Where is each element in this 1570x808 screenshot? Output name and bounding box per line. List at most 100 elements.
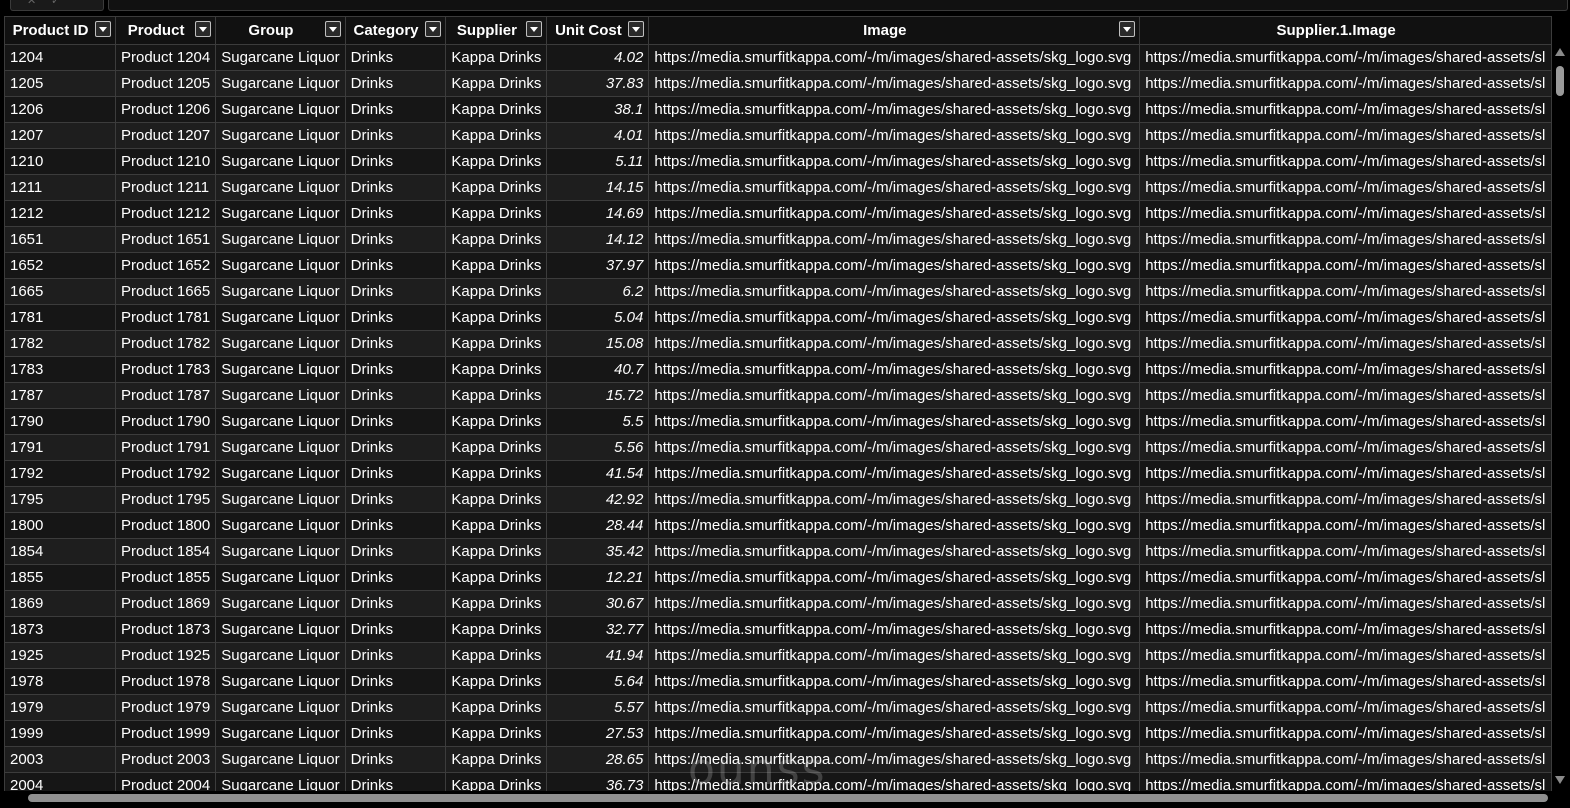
cell-unit-cost[interactable]: 41.54 (546, 460, 650, 487)
cell-product-id[interactable]: 1792 (4, 460, 116, 487)
cell-image[interactable]: https://media.smurfitkappa.com/-/m/image… (648, 772, 1141, 791)
cell-group[interactable]: Sugarcane Liquor (215, 564, 346, 591)
cell-supplier-image[interactable]: https://media.smurfitkappa.com/-/m/image… (1139, 694, 1552, 721)
cell-product-id[interactable]: 1204 (4, 44, 116, 71)
cell-supplier-image[interactable]: https://media.smurfitkappa.com/-/m/image… (1139, 512, 1552, 539)
cell-product-id[interactable]: 1651 (4, 226, 116, 253)
cell-unit-cost[interactable]: 42.92 (546, 486, 650, 513)
cell-supplier[interactable]: Kappa Drinks (445, 408, 548, 435)
cell-supplier-image[interactable]: https://media.smurfitkappa.com/-/m/image… (1139, 148, 1552, 175)
cell-supplier[interactable]: Kappa Drinks (445, 382, 548, 409)
formula-buttons[interactable]: ✕ ✓ (10, 0, 104, 11)
cancel-icon[interactable]: ✕ (27, 0, 36, 7)
cell-group[interactable]: Sugarcane Liquor (215, 330, 346, 357)
cell-category[interactable]: Drinks (344, 486, 447, 513)
cell-category[interactable]: Drinks (344, 772, 447, 791)
cell-supplier-image[interactable]: https://media.smurfitkappa.com/-/m/image… (1139, 564, 1552, 591)
cell-supplier-image[interactable]: https://media.smurfitkappa.com/-/m/image… (1139, 44, 1552, 71)
cell-unit-cost[interactable]: 30.67 (546, 590, 650, 617)
cell-image[interactable]: https://media.smurfitkappa.com/-/m/image… (648, 408, 1141, 435)
cell-supplier[interactable]: Kappa Drinks (445, 226, 548, 253)
cell-product[interactable]: Product 1665 (114, 278, 217, 305)
cell-category[interactable]: Drinks (344, 746, 447, 773)
column-header-unit-cost[interactable]: Unit Cost (546, 16, 650, 45)
cell-category[interactable]: Drinks (344, 304, 447, 331)
cell-category[interactable]: Drinks (344, 44, 447, 71)
cell-group[interactable]: Sugarcane Liquor (215, 226, 346, 253)
cell-category[interactable]: Drinks (344, 590, 447, 617)
cell-group[interactable]: Sugarcane Liquor (215, 772, 346, 791)
cell-supplier-image[interactable]: https://media.smurfitkappa.com/-/m/image… (1139, 356, 1552, 383)
cell-image[interactable]: https://media.smurfitkappa.com/-/m/image… (648, 44, 1141, 71)
cell-product-id[interactable]: 1783 (4, 356, 116, 383)
dropdown-arrow-icon[interactable] (628, 21, 645, 37)
cell-supplier[interactable]: Kappa Drinks (445, 460, 548, 487)
cell-product[interactable]: Product 1869 (114, 590, 217, 617)
cell-supplier[interactable]: Kappa Drinks (445, 434, 548, 461)
cell-product[interactable]: Product 2004 (114, 772, 217, 791)
cell-product-id[interactable]: 1207 (4, 122, 116, 149)
dropdown-arrow-icon[interactable] (425, 21, 442, 37)
cell-product[interactable]: Product 1211 (114, 174, 217, 201)
cell-category[interactable]: Drinks (344, 434, 447, 461)
cell-supplier-image[interactable]: https://media.smurfitkappa.com/-/m/image… (1139, 772, 1552, 791)
cell-category[interactable]: Drinks (344, 278, 447, 305)
cell-category[interactable]: Drinks (344, 512, 447, 539)
cell-group[interactable]: Sugarcane Liquor (215, 408, 346, 435)
cell-product-id[interactable]: 1869 (4, 590, 116, 617)
cell-supplier[interactable]: Kappa Drinks (445, 590, 548, 617)
cell-unit-cost[interactable]: 14.12 (546, 226, 650, 253)
cell-product[interactable]: Product 1781 (114, 304, 217, 331)
cell-supplier-image[interactable]: https://media.smurfitkappa.com/-/m/image… (1139, 486, 1552, 513)
cell-unit-cost[interactable]: 40.7 (546, 356, 650, 383)
cell-unit-cost[interactable]: 12.21 (546, 564, 650, 591)
cell-unit-cost[interactable]: 5.11 (546, 148, 650, 175)
cell-image[interactable]: https://media.smurfitkappa.com/-/m/image… (648, 330, 1141, 357)
cell-product-id[interactable]: 1781 (4, 304, 116, 331)
cell-group[interactable]: Sugarcane Liquor (215, 460, 346, 487)
vertical-scroll-thumb[interactable] (1556, 66, 1564, 96)
cell-group[interactable]: Sugarcane Liquor (215, 642, 346, 669)
cell-category[interactable]: Drinks (344, 174, 447, 201)
cell-supplier-image[interactable]: https://media.smurfitkappa.com/-/m/image… (1139, 226, 1552, 253)
cell-image[interactable]: https://media.smurfitkappa.com/-/m/image… (648, 434, 1141, 461)
cell-product-id[interactable]: 1782 (4, 330, 116, 357)
column-header-group[interactable]: Group (215, 16, 346, 45)
cell-image[interactable]: https://media.smurfitkappa.com/-/m/image… (648, 382, 1141, 409)
dropdown-arrow-icon[interactable] (526, 21, 543, 37)
cell-product-id[interactable]: 1999 (4, 720, 116, 747)
cell-unit-cost[interactable]: 6.2 (546, 278, 650, 305)
cell-supplier[interactable]: Kappa Drinks (445, 148, 548, 175)
cell-group[interactable]: Sugarcane Liquor (215, 200, 346, 227)
cell-category[interactable]: Drinks (344, 252, 447, 279)
cell-supplier-image[interactable]: https://media.smurfitkappa.com/-/m/image… (1139, 96, 1552, 123)
dropdown-arrow-icon[interactable] (195, 21, 212, 37)
cell-supplier-image[interactable]: https://media.smurfitkappa.com/-/m/image… (1139, 70, 1552, 97)
cell-product[interactable]: Product 1790 (114, 408, 217, 435)
cell-product[interactable]: Product 1925 (114, 642, 217, 669)
cell-product-id[interactable]: 2003 (4, 746, 116, 773)
cell-supplier-image[interactable]: https://media.smurfitkappa.com/-/m/image… (1139, 720, 1552, 747)
cell-supplier-image[interactable]: https://media.smurfitkappa.com/-/m/image… (1139, 200, 1552, 227)
cell-product-id[interactable]: 1787 (4, 382, 116, 409)
cell-group[interactable]: Sugarcane Liquor (215, 382, 346, 409)
cell-supplier[interactable]: Kappa Drinks (445, 720, 548, 747)
cell-supplier[interactable]: Kappa Drinks (445, 642, 548, 669)
cell-product-id[interactable]: 1800 (4, 512, 116, 539)
cell-group[interactable]: Sugarcane Liquor (215, 252, 346, 279)
cell-product-id[interactable]: 1979 (4, 694, 116, 721)
cell-image[interactable]: https://media.smurfitkappa.com/-/m/image… (648, 486, 1141, 513)
horizontal-scrollbar[interactable] (0, 791, 1570, 808)
cell-group[interactable]: Sugarcane Liquor (215, 434, 346, 461)
cell-product-id[interactable]: 1665 (4, 278, 116, 305)
cell-unit-cost[interactable]: 32.77 (546, 616, 650, 643)
cell-unit-cost[interactable]: 5.56 (546, 434, 650, 461)
cell-product[interactable]: Product 2003 (114, 746, 217, 773)
cell-supplier-image[interactable]: https://media.smurfitkappa.com/-/m/image… (1139, 746, 1552, 773)
cell-product[interactable]: Product 1855 (114, 564, 217, 591)
cell-image[interactable]: https://media.smurfitkappa.com/-/m/image… (648, 694, 1141, 721)
cell-group[interactable]: Sugarcane Liquor (215, 538, 346, 565)
cell-unit-cost[interactable]: 36.73 (546, 772, 650, 791)
cell-image[interactable]: https://media.smurfitkappa.com/-/m/image… (648, 590, 1141, 617)
cell-supplier[interactable]: Kappa Drinks (445, 746, 548, 773)
